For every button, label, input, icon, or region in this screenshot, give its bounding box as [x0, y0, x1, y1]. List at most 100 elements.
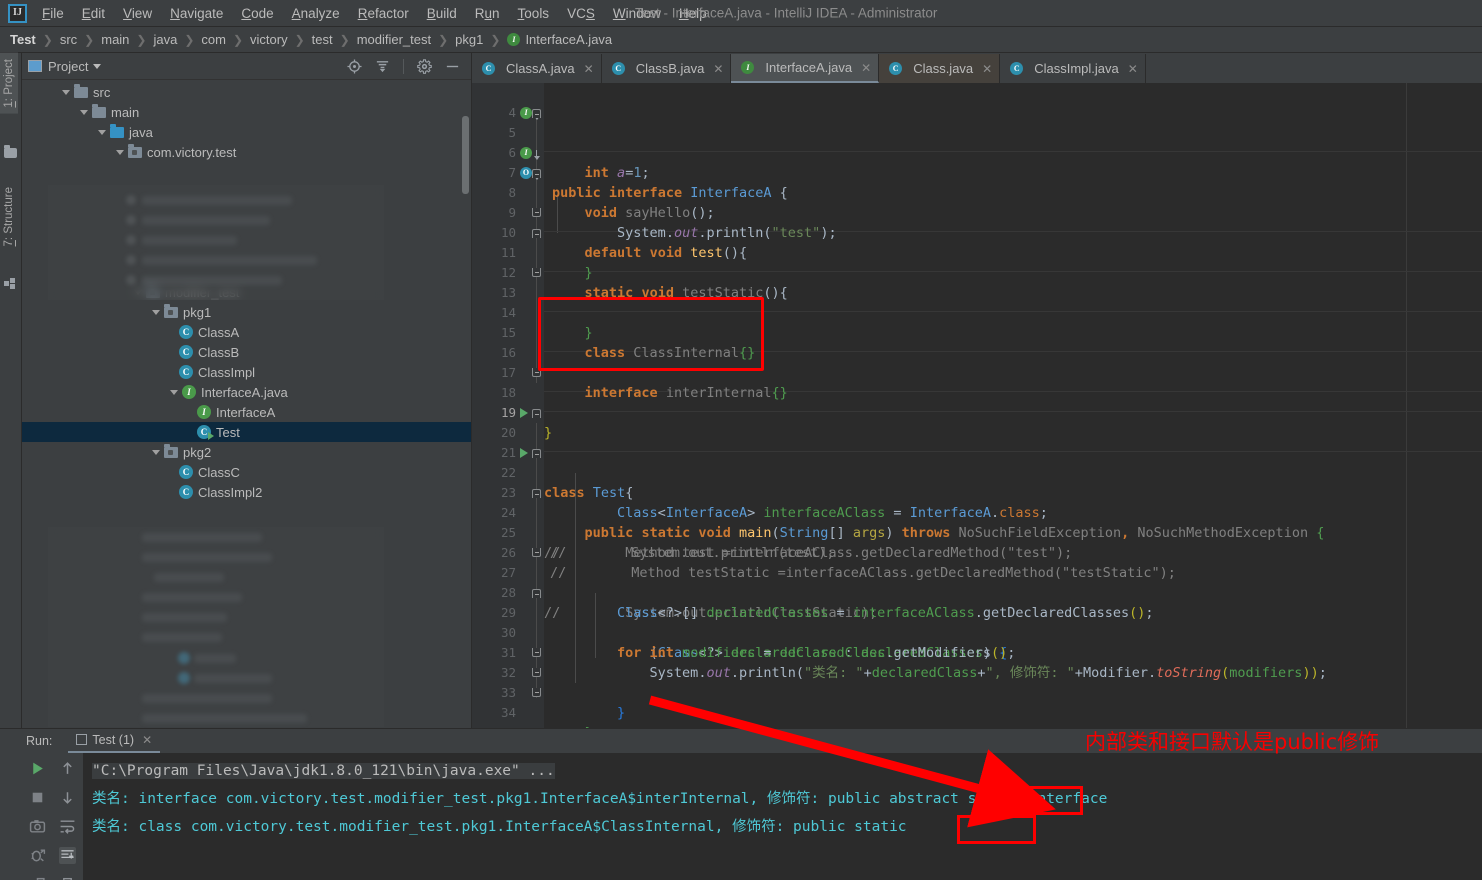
tree-node-interfacea[interactable]: I InterfaceA	[22, 402, 471, 422]
tab-classa-java[interactable]: C ClassA.java ✕	[472, 54, 602, 83]
menu-file[interactable]: File	[33, 3, 73, 24]
menu-tools[interactable]: Tools	[509, 3, 559, 24]
fold-marker-icon[interactable]	[532, 368, 541, 377]
camera-icon[interactable]	[29, 818, 46, 835]
breadcrumb-item-8[interactable]: pkg1	[455, 32, 483, 47]
fold-marker-icon[interactable]	[532, 489, 541, 498]
tab-classimpl-java[interactable]: C ClassImpl.java ✕	[1000, 54, 1146, 83]
close-icon[interactable]: ✕	[1128, 62, 1138, 76]
locate-icon[interactable]	[347, 58, 362, 74]
fold-marker-icon[interactable]	[532, 409, 541, 418]
implementing-methods-gutter-icon[interactable]: I	[520, 107, 540, 120]
implementing-methods-gutter-icon[interactable]: I	[520, 147, 540, 160]
tool-button-project[interactable]: 1: Project	[0, 53, 18, 114]
code-content[interactable]: 4 5 I public interface InterfaceA { 6 in…	[472, 83, 1482, 728]
tree-node-test[interactable]: C Test	[22, 422, 471, 442]
fold-marker-icon[interactable]	[532, 109, 541, 118]
tool-button-structure[interactable]: 7: Structure	[0, 181, 18, 252]
fold-marker-icon[interactable]	[532, 449, 541, 458]
up-arrow-icon[interactable]	[59, 760, 76, 777]
tree-node-pkg2[interactable]: pkg2	[22, 442, 471, 462]
tab-interfacea-java[interactable]: I InterfaceA.java ✕	[731, 54, 880, 83]
breadcrumb-item-0[interactable]: Test	[10, 32, 36, 47]
breadcrumb-item-2[interactable]: main	[101, 32, 129, 47]
breadcrumb-item-6[interactable]: test	[312, 32, 333, 47]
project-scrollbar[interactable]	[462, 116, 469, 194]
scroll-to-end-icon[interactable]	[59, 847, 77, 864]
breadcrumb-item-3[interactable]: java	[153, 32, 177, 47]
tab-classb-java[interactable]: C ClassB.java ✕	[601, 54, 732, 83]
tree-node-java[interactable]: java	[22, 122, 471, 142]
console-output[interactable]: "C:\Program Files\Java\jdk1.8.0_121\bin\…	[84, 753, 1482, 880]
tree-node-pkg1[interactable]: pkg1	[22, 302, 471, 322]
export-icon[interactable]	[29, 876, 46, 880]
minimize-icon[interactable]	[445, 59, 460, 74]
fold-marker-icon[interactable]	[532, 668, 541, 677]
tree-node-interfacea-java[interactable]: I InterfaceA.java	[22, 382, 471, 402]
expand-arrow-icon[interactable]	[80, 109, 88, 115]
close-icon[interactable]: ✕	[142, 733, 152, 747]
breadcrumb-item-7[interactable]: modifier_test	[357, 32, 431, 47]
expand-arrow-icon[interactable]	[62, 89, 70, 95]
tree-node-classimpl2[interactable]: C ClassImpl2	[22, 482, 471, 502]
menu-view[interactable]: View	[114, 3, 161, 24]
soft-wrap-icon[interactable]	[59, 818, 76, 835]
print-icon[interactable]	[59, 876, 76, 880]
collapse-all-icon[interactable]	[375, 59, 390, 74]
tab-class-java[interactable]: C Class.java ✕	[879, 54, 1001, 83]
tree-node-classa[interactable]: C ClassA	[22, 322, 471, 342]
grid-icon[interactable]	[4, 275, 17, 289]
breadcrumb-item-5[interactable]: victory	[250, 32, 288, 47]
fold-marker-icon[interactable]	[532, 208, 541, 217]
stop-icon[interactable]	[29, 789, 46, 806]
menu-refactor[interactable]: Refactor	[349, 3, 418, 24]
tree-node-modifier-test[interactable]: modifier_test	[22, 282, 471, 302]
menu-build[interactable]: Build	[418, 3, 466, 24]
fold-marker-icon[interactable]	[532, 548, 541, 557]
expand-arrow-icon[interactable]	[116, 149, 124, 155]
expand-arrow-icon[interactable]	[152, 449, 160, 455]
tree-node-classimpl[interactable]: C ClassImpl	[22, 362, 471, 382]
overridden-method-gutter-icon[interactable]: O	[520, 167, 540, 180]
expand-arrow-icon[interactable]	[134, 289, 142, 295]
fold-marker-icon[interactable]	[532, 229, 541, 238]
gear-icon[interactable]	[417, 58, 432, 74]
tree-node-src[interactable]: src	[22, 82, 471, 102]
close-icon[interactable]: ✕	[713, 62, 723, 76]
run-icon[interactable]	[29, 760, 46, 777]
expand-arrow-icon[interactable]	[170, 389, 178, 395]
menu-vcs[interactable]: VCS	[558, 3, 604, 24]
fold-marker-icon[interactable]	[532, 268, 541, 277]
tree-node-main[interactable]: main	[22, 102, 471, 122]
close-icon[interactable]: ✕	[861, 61, 871, 75]
expand-arrow-icon[interactable]	[98, 129, 106, 135]
favorites-icon[interactable]	[4, 145, 17, 158]
run-gutter-icon[interactable]	[520, 448, 528, 458]
close-icon[interactable]: ✕	[982, 62, 992, 76]
down-arrow-icon[interactable]	[59, 789, 76, 806]
menu-code[interactable]: Code	[232, 3, 282, 24]
code-editor[interactable]: 4 5 I public interface InterfaceA { 6 in…	[472, 83, 1482, 728]
fold-marker-icon[interactable]	[532, 688, 541, 697]
menu-analyze[interactable]: Analyze	[283, 3, 349, 24]
close-icon[interactable]: ✕	[584, 62, 594, 76]
breadcrumb-item-4[interactable]: com	[201, 32, 226, 47]
fold-marker-icon[interactable]	[532, 169, 541, 178]
tree-node-com-victory-test[interactable]: com.victory.test	[22, 142, 471, 162]
run-tab-test[interactable]: Test (1) ✕	[68, 730, 161, 753]
run-gutter-icon[interactable]	[520, 408, 528, 418]
expand-arrow-icon[interactable]	[152, 309, 160, 315]
menu-run[interactable]: Run	[466, 3, 509, 24]
tree-node-label: ClassB	[198, 344, 240, 360]
fold-marker-icon[interactable]	[532, 589, 541, 598]
debug-icon[interactable]	[29, 847, 46, 864]
breadcrumb-item-1[interactable]: src	[60, 32, 77, 47]
tree-node-classc[interactable]: C ClassC	[22, 462, 471, 482]
breadcrumb-item-9[interactable]: I InterfaceA.java	[507, 32, 612, 47]
fold-marker-icon[interactable]	[532, 648, 541, 657]
chevron-down-icon[interactable]	[93, 63, 102, 69]
menu-navigate[interactable]: Navigate	[161, 3, 232, 24]
menu-edit[interactable]: Edit	[73, 3, 114, 24]
tree-node-classb[interactable]: C ClassB	[22, 342, 471, 362]
project-tree[interactable]: src main java com.victory.test modifier_…	[22, 80, 471, 728]
